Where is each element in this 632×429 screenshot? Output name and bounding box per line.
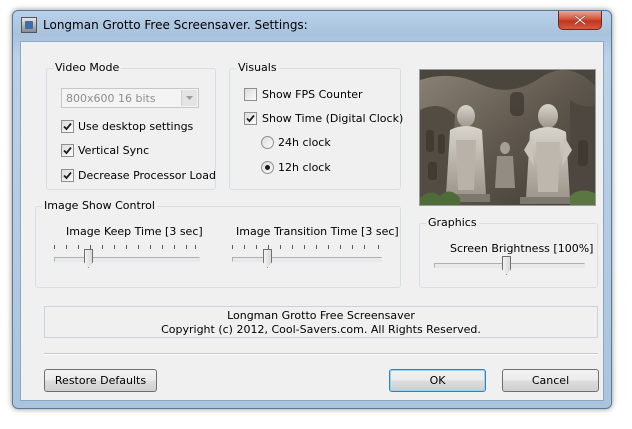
use-desktop-settings-checkbox[interactable] [61,120,74,133]
image-keep-time-ticks [54,245,196,250]
image-transition-time-ticks [232,245,382,250]
show-time-checkbox[interactable] [244,112,257,125]
resolution-value: 800x600 16 bits [66,92,156,105]
image-transition-time-label: Image Transition Time [3 sec] [236,225,399,238]
clock-12h-label: 12h clock [278,161,331,174]
title-bar[interactable]: Longman Grotto Free Screensaver. Setting… [13,11,611,39]
close-button[interactable] [558,11,602,30]
decrease-processor-load-label: Decrease Processor Load [78,169,216,182]
screen-brightness-slider-thumb[interactable] [502,256,511,275]
checkmark-icon [63,146,72,155]
image-keep-time-slider[interactable] [54,257,200,262]
video-mode-group-label: Video Mode [53,61,122,74]
image-show-control-group-label: Image Show Control [42,199,157,212]
use-desktop-settings-label: Use desktop settings [78,120,194,133]
resolution-dropdown[interactable]: 800x600 16 bits [61,88,199,108]
graphics-group-label: Graphics [426,216,479,229]
show-fps-counter-checkbox[interactable] [244,88,257,101]
image-show-control-group: Image Show Control Image Keep Time [3 se… [35,199,401,288]
visuals-group: Visuals Show FPS Counter Show Time (Digi… [229,61,404,190]
cancel-button[interactable]: Cancel [502,369,599,392]
dialog-client-area: Video Mode 800x600 16 bits Use desktop s… [20,41,604,401]
grotto-statue-picture [420,70,595,205]
checkmark-icon [246,114,255,123]
screen-brightness-label: Screen Brightness [100%] [450,242,594,255]
clock-24h-radio[interactable] [261,136,274,149]
image-keep-time-slider-thumb[interactable] [84,249,93,268]
video-mode-group: Video Mode 800x600 16 bits Use desktop s… [46,61,216,190]
button-separator [44,353,598,355]
vertical-sync-checkbox[interactable] [61,144,74,157]
app-icon [21,17,37,33]
image-transition-time-slider-thumb[interactable] [263,249,272,268]
product-name-text: Longman Grotto Free Screensaver [227,309,415,322]
chevron-down-icon [181,90,197,106]
clock-24h-label: 24h clock [278,136,331,149]
image-transition-time-slider[interactable] [232,257,382,262]
window-title: Longman Grotto Free Screensaver. Setting… [43,18,308,32]
show-fps-counter-label: Show FPS Counter [262,88,363,101]
graphics-group: Graphics Screen Brightness [100%] [419,216,598,288]
clock-12h-radio[interactable] [261,161,274,174]
settings-window: Longman Grotto Free Screensaver. Setting… [12,10,612,409]
visuals-group-label: Visuals [236,61,279,74]
vertical-sync-label: Vertical Sync [78,144,150,157]
image-keep-time-label: Image Keep Time [3 sec] [66,225,203,238]
about-info-box: Longman Grotto Free Screensaver Copyrigh… [44,306,598,338]
checkmark-icon [63,122,72,131]
radio-selected-dot [265,165,270,170]
copyright-text: Copyright (c) 2012, Cool-Savers.com. All… [161,323,481,336]
decrease-processor-load-checkbox[interactable] [61,169,74,182]
checkmark-icon [63,171,72,180]
close-icon [574,15,586,25]
show-time-label: Show Time (Digital Clock) [262,112,404,125]
ok-button[interactable]: OK [389,369,486,392]
restore-defaults-button[interactable]: Restore Defaults [44,369,157,392]
screensaver-preview-image [419,69,596,206]
